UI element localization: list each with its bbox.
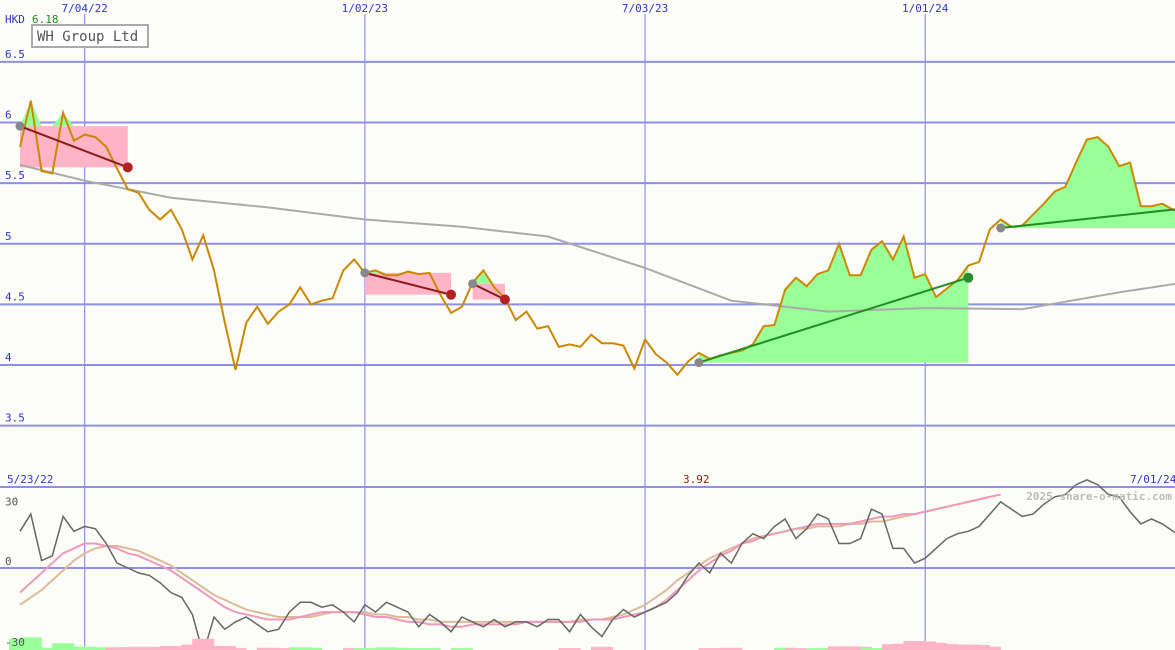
trade-entry-dot: [468, 279, 478, 289]
date-end-label: 7/01/24: [1130, 473, 1175, 486]
osc-tick-label: 0: [5, 555, 12, 568]
trade-entry-dot: [360, 268, 370, 278]
osc-tick-label: 30: [5, 496, 18, 509]
y-tick-label: 5.5: [5, 169, 25, 182]
date-start-label: 5/23/22: [7, 473, 53, 486]
y-tick-label: 6: [5, 109, 12, 122]
trade-entry-dot: [996, 223, 1006, 233]
min-price-label: 3.92: [683, 473, 710, 486]
chart-background: [0, 0, 1175, 650]
x-tick-label: 7/03/23: [622, 2, 668, 15]
y-tick-label: 6.5: [5, 48, 25, 61]
x-tick-label: 1/02/23: [342, 2, 388, 15]
y-tick-label: 4.5: [5, 290, 25, 303]
trade-exit-dot: [499, 294, 510, 305]
trade-exit-dot: [122, 162, 133, 173]
trade-entry-dot: [694, 358, 704, 368]
y-tick-label: 3.5: [5, 412, 25, 425]
trade-exit-dot: [963, 272, 974, 283]
osc-tick-label: -30: [5, 636, 25, 649]
currency-label: HKD: [5, 13, 25, 26]
trade-entry-dot: [15, 121, 25, 131]
chart-title: WH Group Ltd: [37, 29, 138, 45]
watermark: 2025 share-o-matic.com: [1026, 490, 1172, 503]
price-chart: 6.5 6 5.5 5 4.5 4 3.5 30 0 -30 7/04/22 1/02/23 7/03/…: [0, 0, 1175, 650]
trade-exit-dot: [446, 289, 457, 300]
y-tick-label: 5: [5, 230, 12, 243]
x-tick-label: 1/01/24: [902, 2, 949, 15]
x-tick-label: 7/04/22: [61, 2, 107, 15]
y-tick-label: 4: [5, 351, 12, 364]
